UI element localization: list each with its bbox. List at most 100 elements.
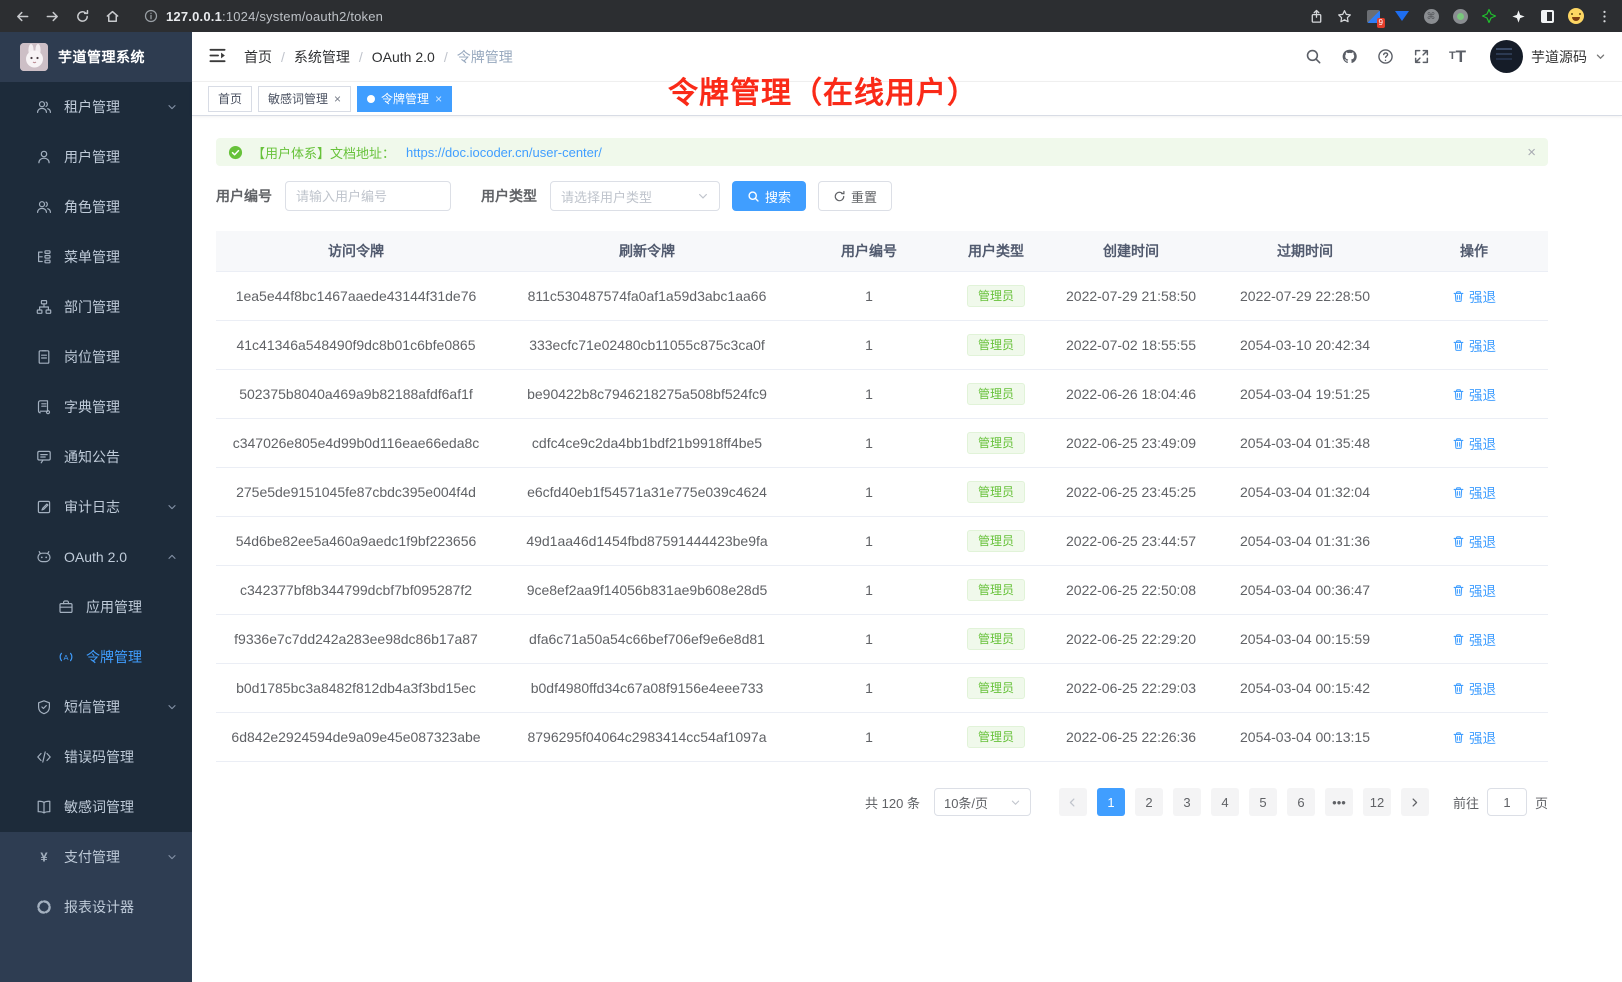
sidebar-item-label: 错误码管理 — [64, 747, 178, 767]
user-type-badge: 管理员 — [967, 432, 1025, 454]
sidebar-item-post[interactable]: 岗位管理 — [0, 332, 192, 382]
force-logout-button[interactable]: 强退 — [1452, 335, 1496, 355]
sidebar-item-report-designer[interactable]: 报表设计器 — [0, 882, 192, 932]
sidebar-item-error-code[interactable]: 错误码管理 — [0, 732, 192, 782]
cell-create_time: 2022-06-25 22:26:36 — [1052, 713, 1210, 761]
github-icon[interactable] — [1340, 47, 1359, 66]
font-size-icon[interactable]: TT — [1448, 47, 1467, 66]
user-type-badge: 管理员 — [967, 481, 1025, 503]
search-icon[interactable] — [1304, 47, 1323, 66]
sidebar-item-pay[interactable]: ¥支付管理 — [0, 832, 192, 882]
sidebar-fold-icon[interactable] — [208, 46, 230, 68]
org-icon — [36, 299, 52, 315]
user-type-badge: 管理员 — [967, 285, 1025, 307]
sidebar-item-user[interactable]: 用户管理 — [0, 132, 192, 182]
extension-star-icon[interactable] — [1481, 8, 1497, 24]
force-logout-button[interactable]: 强退 — [1452, 678, 1496, 698]
tab-0[interactable]: 首页 — [208, 86, 252, 112]
help-icon[interactable] — [1376, 47, 1395, 66]
pagination-ellipsis[interactable]: ••• — [1325, 788, 1353, 816]
extension-record-icon[interactable] — [1452, 8, 1468, 24]
force-logout-button[interactable]: 强退 — [1452, 531, 1496, 551]
force-logout-button[interactable]: 强退 — [1452, 580, 1496, 600]
page-button-4[interactable]: 4 — [1211, 788, 1239, 816]
page-button-2[interactable]: 2 — [1135, 788, 1163, 816]
site-info-icon[interactable] — [144, 9, 158, 23]
force-logout-label: 强退 — [1469, 629, 1496, 649]
sidebar-item-sensitive-word[interactable]: 敏感词管理 — [0, 782, 192, 832]
breadcrumb-item[interactable]: 系统管理 — [294, 47, 350, 67]
tab-2[interactable]: 令牌管理× — [357, 86, 452, 112]
fullscreen-icon[interactable] — [1412, 47, 1431, 66]
search-button[interactable]: 搜索 — [732, 181, 806, 211]
chevron-down-icon — [166, 501, 178, 513]
sidebar-item-role[interactable]: 角色管理 — [0, 182, 192, 232]
sidebar-item-label: 角色管理 — [64, 197, 178, 217]
cell-expire_time: 2054-03-04 00:15:42 — [1210, 664, 1400, 712]
active-tab-dot — [367, 95, 375, 103]
alert-close-icon[interactable]: × — [1527, 144, 1536, 161]
profile-avatar-emoji[interactable] — [1568, 8, 1584, 24]
sidebar-item-dict[interactable]: 字典管理 — [0, 382, 192, 432]
browser-back-button[interactable] — [10, 4, 34, 28]
sidebar-item-menu[interactable]: 菜单管理 — [0, 232, 192, 282]
sidebar-menu-bottom: ¥支付管理报表设计器 — [0, 832, 192, 982]
column-header: 用户类型 — [940, 231, 1052, 271]
sidebar-item-notice[interactable]: 通知公告 — [0, 432, 192, 482]
browser-reload-button[interactable] — [70, 4, 94, 28]
page-button-1[interactable]: 1 — [1097, 788, 1125, 816]
address-bar[interactable]: 127.0.0.1:1024/system/oauth2/token — [144, 9, 1303, 24]
extension-sidepanel-icon[interactable] — [1539, 8, 1555, 24]
user-id-input[interactable] — [285, 181, 451, 211]
table-body: 1ea5e44f8bc1467aaede43144f31de76811c5304… — [216, 272, 1548, 762]
user-id-label: 用户编号 — [216, 186, 272, 206]
reset-button[interactable]: 重置 — [818, 181, 892, 211]
extension-gem-icon[interactable] — [1394, 8, 1410, 24]
extension-pixel-icon[interactable]: 9 — [1365, 8, 1381, 24]
sidebar-item-label: 通知公告 — [64, 447, 178, 467]
tab-1[interactable]: 敏感词管理× — [258, 86, 351, 112]
tab-close-icon[interactable]: × — [334, 93, 341, 105]
goto-page-input[interactable] — [1487, 788, 1527, 816]
sidebar-item-tenant[interactable]: 租户管理 — [0, 82, 192, 132]
share-icon[interactable] — [1309, 9, 1324, 24]
cell-access_token: b0d1785bc3a8482f812db4a3f3bd15ec — [216, 664, 496, 712]
force-logout-button[interactable]: 强退 — [1452, 286, 1496, 306]
cell-action: 强退 — [1400, 370, 1548, 418]
sidebar-item-oauth2-token[interactable]: A令牌管理 — [0, 632, 192, 682]
next-page-button[interactable] — [1401, 788, 1429, 816]
cell-create_time: 2022-06-25 23:49:09 — [1052, 419, 1210, 467]
browser-forward-button[interactable] — [40, 4, 64, 28]
user-menu[interactable]: 芋道源码 — [1490, 40, 1606, 73]
donut-icon — [36, 899, 52, 915]
page-size-select[interactable]: 10条/页 — [934, 788, 1031, 816]
browser-menu-icon[interactable] — [1597, 9, 1612, 24]
extension-command-icon[interactable]: ⌘ — [1423, 8, 1439, 24]
page-button-6[interactable]: 6 — [1287, 788, 1315, 816]
force-logout-button[interactable]: 强退 — [1452, 482, 1496, 502]
page-button-12[interactable]: 12 — [1363, 788, 1391, 816]
force-logout-button[interactable]: 强退 — [1452, 727, 1496, 747]
page-button-3[interactable]: 3 — [1173, 788, 1201, 816]
cell-user_type: 管理员 — [940, 321, 1052, 369]
bookmark-star-icon[interactable] — [1337, 9, 1352, 24]
sidebar-item-oauth2-app[interactable]: 应用管理 — [0, 582, 192, 632]
force-logout-button[interactable]: 强退 — [1452, 433, 1496, 453]
prev-page-button[interactable] — [1059, 788, 1087, 816]
breadcrumb-item[interactable]: 首页 — [244, 47, 272, 67]
sidebar-item-sms[interactable]: 短信管理 — [0, 682, 192, 732]
force-logout-button[interactable]: 强退 — [1452, 629, 1496, 649]
sidebar-item-oauth2[interactable]: OAuth 2.0 — [0, 532, 192, 582]
sidebar-item-audit-log[interactable]: 审计日志 — [0, 482, 192, 532]
tab-close-icon[interactable]: × — [435, 93, 442, 105]
sidebar-item-dept[interactable]: 部门管理 — [0, 282, 192, 332]
success-check-icon — [228, 145, 243, 160]
user-type-select[interactable]: 请选择用户类型 — [550, 181, 720, 211]
breadcrumb-item[interactable]: OAuth 2.0 — [372, 49, 435, 65]
cell-access_token: 54d6be82ee5a460a9aedc1f9bf223656 — [216, 517, 496, 565]
extension-pinwheel-icon[interactable] — [1510, 8, 1526, 24]
force-logout-button[interactable]: 强退 — [1452, 384, 1496, 404]
doc-link[interactable]: https://doc.iocoder.cn/user-center/ — [406, 145, 602, 160]
browser-home-button[interactable] — [100, 4, 124, 28]
page-button-5[interactable]: 5 — [1249, 788, 1277, 816]
